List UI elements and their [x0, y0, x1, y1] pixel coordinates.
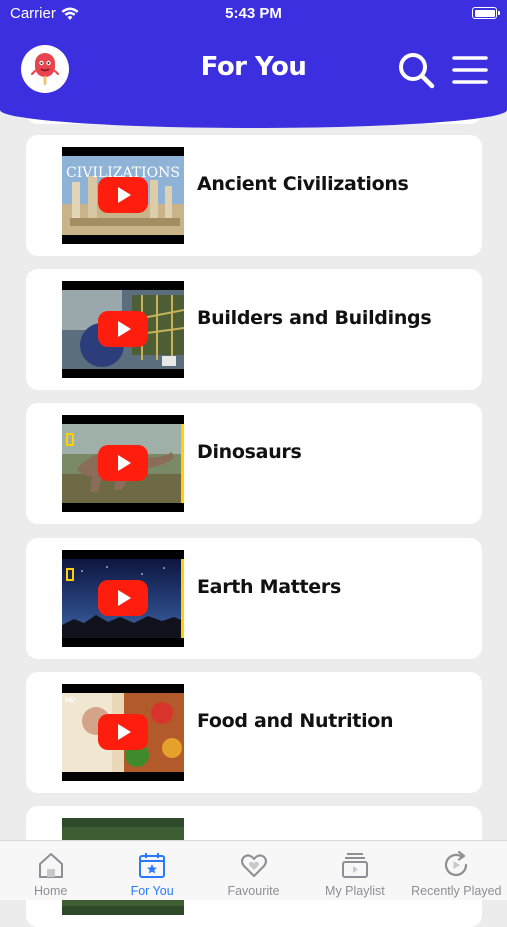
tab-my-playlist[interactable]: My Playlist	[304, 841, 405, 900]
video-thumbnail[interactable]	[62, 415, 184, 512]
app-header: Carrier 5:43 PM For You	[0, 0, 507, 128]
video-title[interactable]: Earth Matters	[197, 576, 341, 598]
video-thumbnail[interactable]	[62, 550, 184, 647]
tab-favourite[interactable]: Favourite	[203, 841, 304, 900]
video-title[interactable]: Ancient Civilizations	[197, 173, 409, 195]
video-thumbnail[interactable]	[62, 281, 184, 378]
video-card-food-and-nutrition[interactable]: HD Food and Nutrition	[26, 672, 482, 793]
video-card-ancient-civilizations[interactable]: CIVILIZATIONS Ancient Civilizations	[26, 135, 482, 256]
play-button[interactable]	[98, 445, 148, 481]
replay-icon	[445, 850, 468, 877]
video-thumbnail[interactable]: CIVILIZATIONS	[62, 147, 184, 244]
video-title[interactable]: Dinosaurs	[197, 441, 302, 463]
tab-home[interactable]: Home	[0, 841, 101, 900]
logo-badge-icon	[66, 568, 74, 581]
calendar-star-icon	[139, 853, 166, 878]
tab-label: My Playlist	[325, 884, 385, 898]
status-time: 5:43 PM	[225, 5, 282, 22]
logo-bar	[181, 424, 184, 503]
tab-for-you[interactable]: For You	[101, 841, 202, 900]
video-title[interactable]: Food and Nutrition	[197, 710, 394, 732]
search-icon	[399, 53, 435, 89]
playlist-icon	[341, 853, 368, 878]
play-button[interactable]	[98, 714, 148, 750]
tab-recently-played[interactable]: Recently Played	[406, 841, 507, 900]
video-card-earth-matters[interactable]: Earth Matters	[26, 538, 482, 659]
video-list[interactable]: CIVILIZATIONS Ancient Civilizations Buil…	[0, 0, 507, 927]
play-button[interactable]	[98, 580, 148, 616]
thumbnail-text: HD	[65, 697, 75, 704]
video-thumbnail[interactable]: HD	[62, 684, 184, 781]
status-bar: Carrier 5:43 PM	[0, 0, 507, 28]
battery-icon	[472, 7, 500, 19]
video-card-builders-and-buildings[interactable]: Builders and Buildings	[26, 269, 482, 390]
home-icon	[38, 853, 63, 878]
menu-icon	[452, 56, 488, 84]
video-title[interactable]: Builders and Buildings	[197, 307, 432, 329]
tab-label: For You	[130, 884, 174, 898]
tab-label: Favourite	[227, 884, 280, 898]
menu-button[interactable]	[450, 52, 490, 88]
play-button[interactable]	[98, 311, 148, 347]
tab-label: Home	[34, 884, 68, 898]
heart-icon	[240, 854, 267, 877]
logo-badge-icon	[66, 433, 74, 446]
search-button[interactable]	[396, 50, 436, 90]
tab-label: Recently Played	[411, 884, 502, 898]
logo-bar	[181, 559, 184, 638]
play-button[interactable]	[98, 177, 148, 213]
video-card-dinosaurs[interactable]: Dinosaurs	[26, 403, 482, 524]
tab-bar: Home For You Favourite My Playlist Recen…	[0, 840, 507, 900]
